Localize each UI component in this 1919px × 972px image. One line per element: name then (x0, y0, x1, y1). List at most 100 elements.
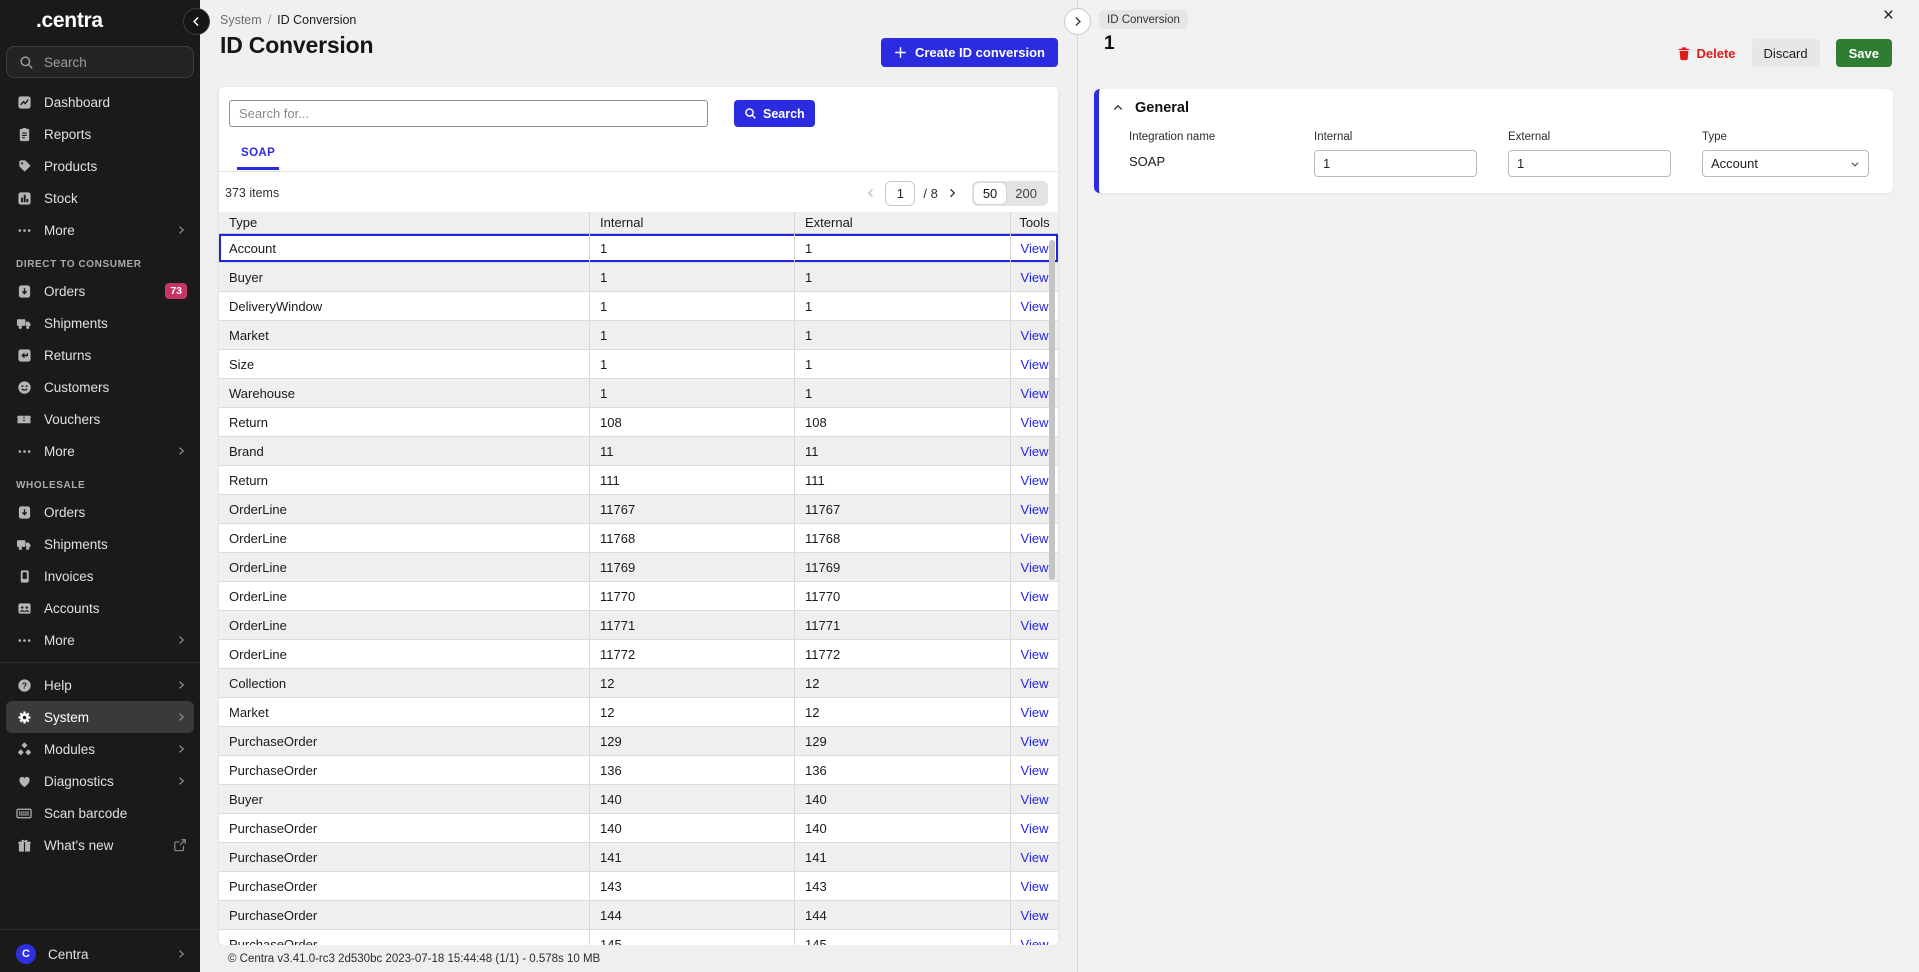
column-header: Internal (590, 212, 795, 233)
view-link[interactable]: View (1021, 415, 1049, 430)
table-row[interactable]: PurchaseOrder141141View (219, 843, 1058, 872)
general-section-header[interactable]: General (1112, 100, 1189, 116)
view-link[interactable]: View (1021, 908, 1049, 923)
table-scrollbar[interactable] (1049, 240, 1055, 580)
sidebar-item-modules[interactable]: Modules (0, 733, 200, 765)
sidebar-item-help[interactable]: ?Help (0, 669, 200, 701)
page-size-50[interactable]: 50 (974, 183, 1006, 204)
table-row[interactable]: Brand1111View (219, 437, 1058, 466)
sidebar-item-what-s-new[interactable]: What's new (0, 829, 200, 861)
table-row[interactable]: OrderLine1177111771View (219, 611, 1058, 640)
table-row[interactable]: OrderLine1176811768View (219, 524, 1058, 553)
table-row[interactable]: PurchaseOrder145145View (219, 930, 1058, 945)
external-cell: 140 (795, 814, 1011, 842)
view-link[interactable]: View (1021, 821, 1049, 836)
view-link[interactable]: View (1021, 270, 1049, 285)
table-row[interactable]: Size11View (219, 350, 1058, 379)
view-link[interactable]: View (1021, 560, 1049, 575)
view-link[interactable]: View (1021, 473, 1049, 488)
internal-cell: 11771 (590, 611, 795, 639)
search-button[interactable]: Search (734, 100, 815, 127)
sidebar-item-vouchers[interactable]: Vouchers (0, 403, 200, 435)
sidebar-item-stock[interactable]: Stock (0, 182, 200, 214)
table-row[interactable]: Return108108View (219, 408, 1058, 437)
view-link[interactable]: View (1021, 444, 1049, 459)
view-link[interactable]: View (1021, 705, 1049, 720)
table-row[interactable]: Market11View (219, 321, 1058, 350)
view-link[interactable]: View (1021, 328, 1049, 343)
sidebar-item-more[interactable]: More (0, 214, 200, 246)
sidebar-search[interactable]: Search (6, 46, 194, 78)
sidebar-collapse-button[interactable] (183, 8, 210, 35)
delete-button[interactable]: Delete (1677, 46, 1736, 61)
view-link[interactable]: View (1021, 937, 1049, 946)
stock-icon (16, 190, 32, 206)
table-row[interactable]: OrderLine1177211772View (219, 640, 1058, 669)
sidebar-item-shipments[interactable]: Shipments (0, 528, 200, 560)
table-row[interactable]: Buyer140140View (219, 785, 1058, 814)
search-input[interactable] (229, 100, 708, 127)
page-next-button[interactable] (946, 186, 958, 200)
page-size-200[interactable]: 200 (1006, 183, 1046, 204)
view-link[interactable]: View (1021, 647, 1049, 662)
view-link[interactable]: View (1021, 589, 1049, 604)
close-icon[interactable]: × (1883, 6, 1894, 25)
view-link[interactable]: View (1021, 386, 1049, 401)
sidebar-item-products[interactable]: Products (0, 150, 200, 182)
table-row[interactable]: OrderLine1177011770View (219, 582, 1058, 611)
sidebar-item-shipments[interactable]: Shipments (0, 307, 200, 339)
sidebar-item-accounts[interactable]: Accounts (0, 592, 200, 624)
table-row[interactable]: Return111111View (219, 466, 1058, 495)
table-row[interactable]: OrderLine1176911769View (219, 553, 1058, 582)
table-row[interactable]: PurchaseOrder129129View (219, 727, 1058, 756)
table-row[interactable]: PurchaseOrder144144View (219, 901, 1058, 930)
table-row[interactable]: PurchaseOrder143143View (219, 872, 1058, 901)
internal-input[interactable] (1314, 150, 1477, 177)
view-link[interactable]: View (1021, 531, 1049, 546)
view-link[interactable]: View (1021, 792, 1049, 807)
view-link[interactable]: View (1021, 502, 1049, 517)
sidebar-item-invoices[interactable]: Invoices (0, 560, 200, 592)
sidebar-item-system[interactable]: System (6, 701, 194, 733)
create-id-conversion-button[interactable]: Create ID conversion (881, 38, 1058, 67)
breadcrumb-system[interactable]: System (220, 13, 262, 27)
page-prev-button[interactable] (865, 186, 877, 200)
table-row[interactable]: Warehouse11View (219, 379, 1058, 408)
table-row[interactable]: Market1212View (219, 698, 1058, 727)
table-row[interactable]: Collection1212View (219, 669, 1058, 698)
view-link[interactable]: View (1021, 618, 1049, 633)
discard-button[interactable]: Discard (1752, 39, 1820, 67)
save-button[interactable]: Save (1836, 39, 1892, 67)
sidebar-item-orders[interactable]: Orders73 (0, 275, 200, 307)
tab-soap[interactable]: SOAP (237, 147, 279, 170)
sidebar-item-orders[interactable]: Orders (0, 496, 200, 528)
sidebar-item-centra-account[interactable]: C Centra (0, 936, 200, 972)
view-link[interactable]: View (1021, 299, 1049, 314)
table-row[interactable]: PurchaseOrder136136View (219, 756, 1058, 785)
sidebar-item-dashboard[interactable]: Dashboard (0, 86, 200, 118)
page-number-input[interactable] (885, 181, 915, 206)
sidebar-item-scan-barcode[interactable]: Scan barcode (0, 797, 200, 829)
type-select[interactable]: Account (1702, 150, 1869, 177)
view-link[interactable]: View (1021, 241, 1049, 256)
sidebar-item-customers[interactable]: Customers (0, 371, 200, 403)
sidebar-item-diagnostics[interactable]: Diagnostics (0, 765, 200, 797)
view-link[interactable]: View (1021, 850, 1049, 865)
type-cell: Buyer (219, 263, 590, 291)
view-link[interactable]: View (1021, 357, 1049, 372)
sidebar-item-returns[interactable]: Returns (0, 339, 200, 371)
table-row[interactable]: Account11View (219, 234, 1058, 263)
panel-expand-button[interactable] (1064, 8, 1091, 35)
table-row[interactable]: PurchaseOrder140140View (219, 814, 1058, 843)
sidebar-item-reports[interactable]: Reports (0, 118, 200, 150)
table-row[interactable]: DeliveryWindow11View (219, 292, 1058, 321)
sidebar-item-more[interactable]: More (0, 435, 200, 467)
view-link[interactable]: View (1021, 676, 1049, 691)
table-row[interactable]: Buyer11View (219, 263, 1058, 292)
view-link[interactable]: View (1021, 879, 1049, 894)
table-row[interactable]: OrderLine1176711767View (219, 495, 1058, 524)
external-input[interactable] (1508, 150, 1671, 177)
sidebar-item-more[interactable]: More (0, 624, 200, 656)
view-link[interactable]: View (1021, 734, 1049, 749)
view-link[interactable]: View (1021, 763, 1049, 778)
